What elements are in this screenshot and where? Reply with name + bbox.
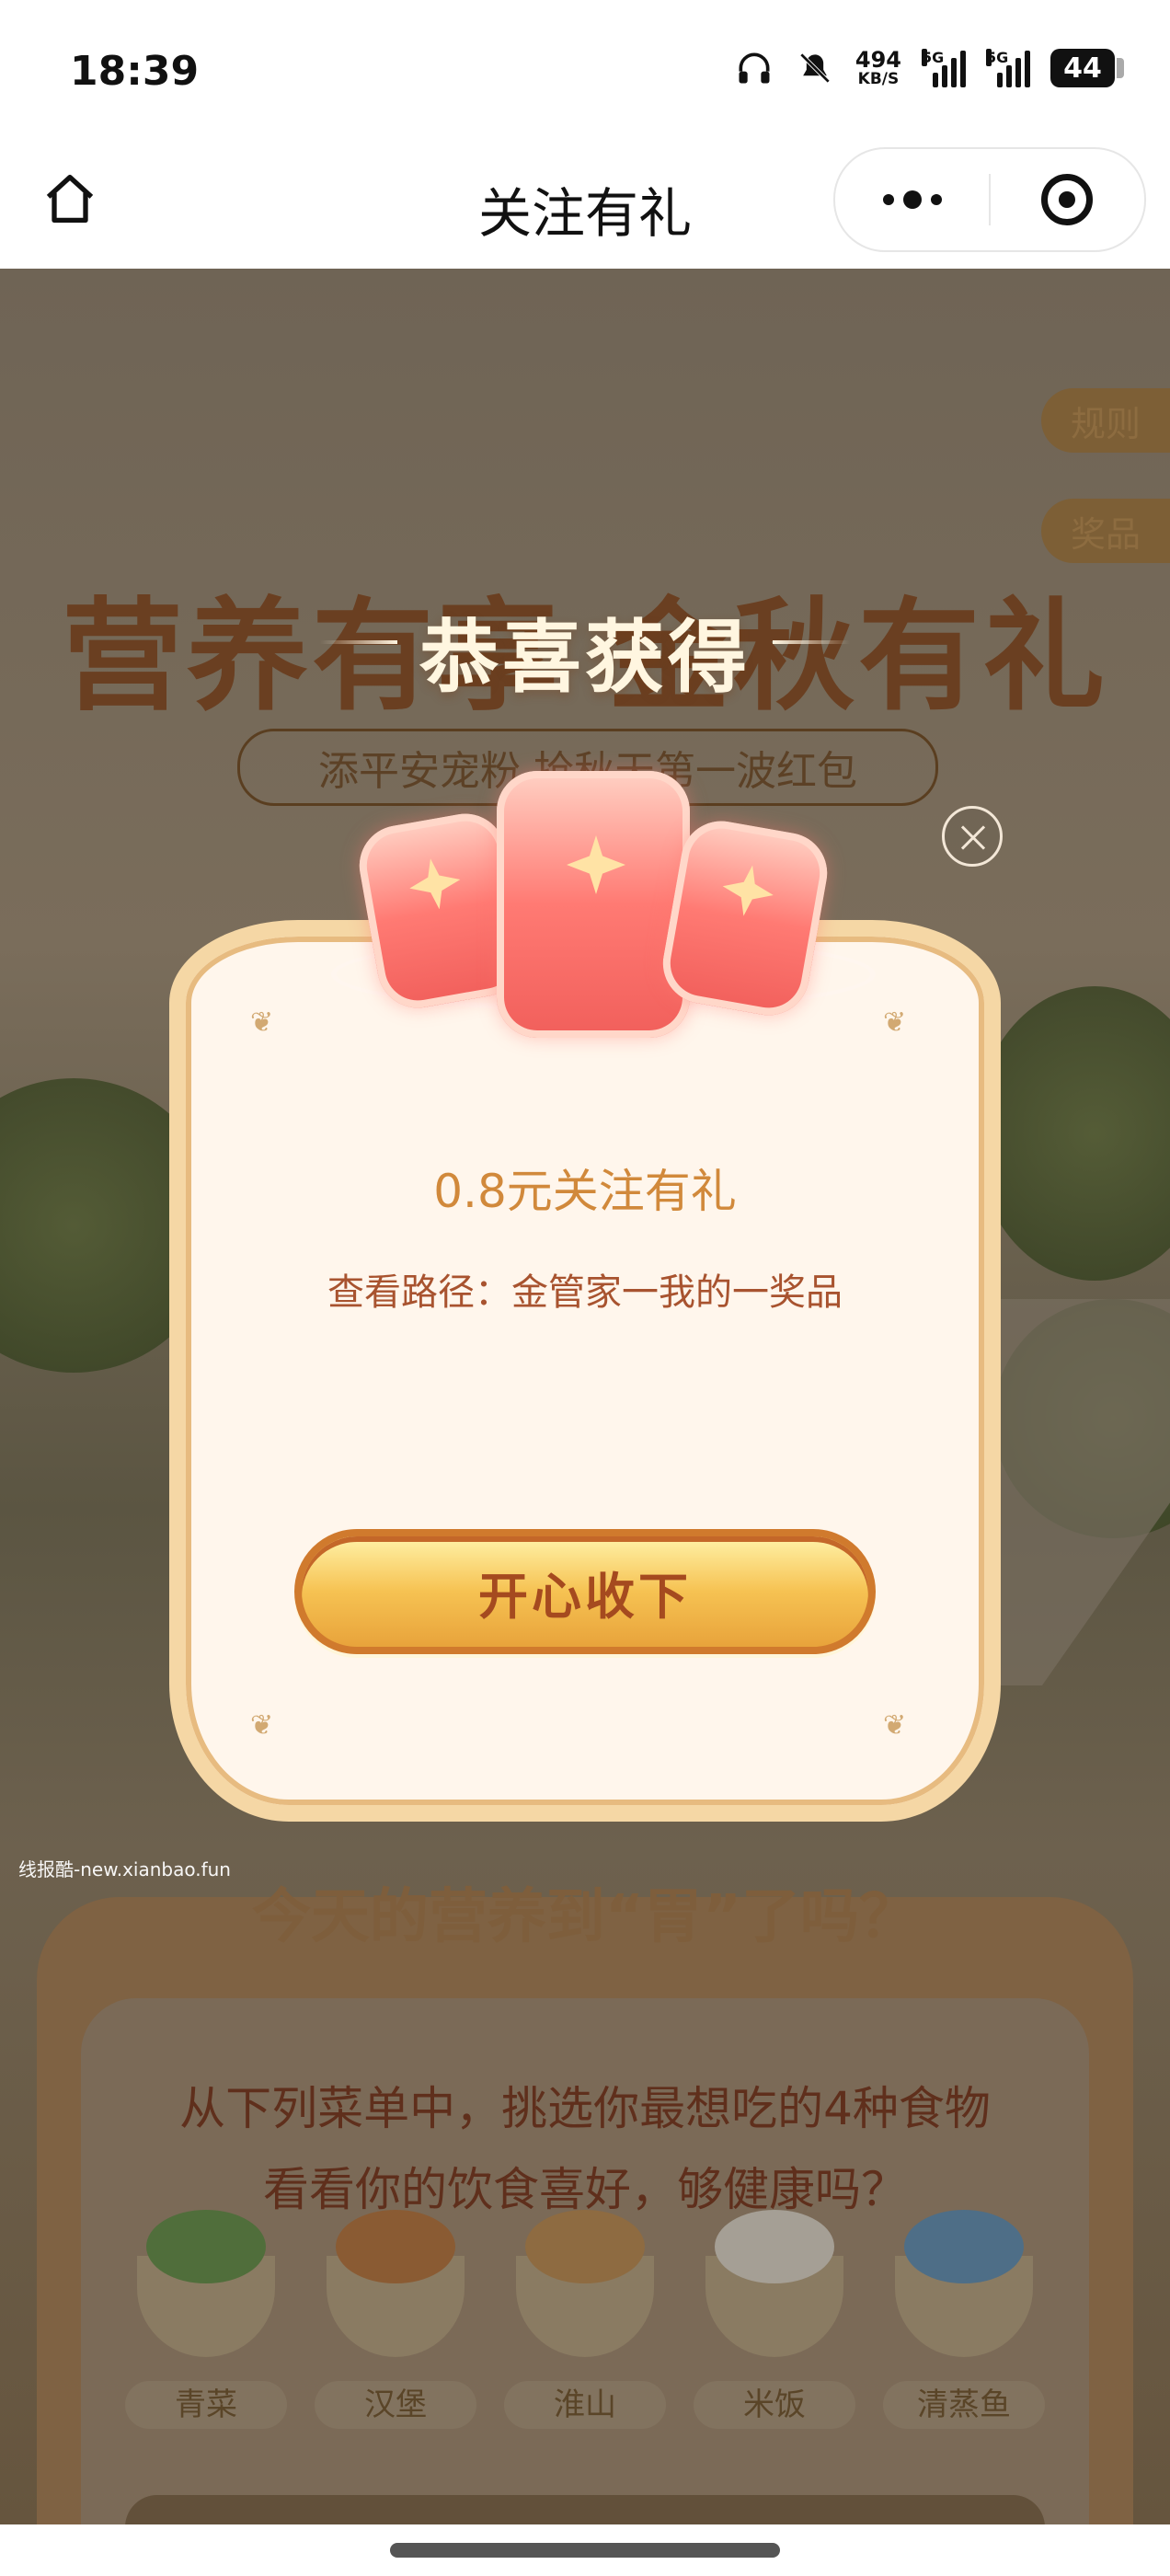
background-tree	[975, 986, 1170, 1281]
network-label-2: 5G	[986, 49, 1009, 66]
leaf-icon: ❦	[883, 1709, 907, 1742]
food-option-greens[interactable]: 青菜	[125, 2210, 287, 2429]
gift-box-icon	[497, 771, 690, 1038]
more-icon-center	[902, 190, 922, 209]
food-question-line-1: 从下列菜单中，挑选你最想吃的4种食物	[179, 2082, 991, 2135]
leaf-icon: ❦	[883, 1006, 907, 1039]
food-label: 青菜	[125, 2381, 287, 2429]
signal-2: 5G	[986, 49, 1030, 87]
battery-indicator: 44	[1050, 49, 1124, 87]
accept-button-label: 开心收下	[478, 1567, 692, 1626]
speed-value: 494	[855, 47, 901, 73]
status-time: 18:39	[70, 48, 200, 95]
gift-icon-group	[331, 771, 876, 1047]
more-icon	[882, 194, 894, 205]
star-icon	[405, 854, 465, 914]
mute-icon	[799, 52, 831, 84]
network-speed: 494 KB/S	[855, 49, 901, 87]
close-mini-program-button[interactable]	[991, 149, 1144, 250]
reward-modal: ❦ ❦ ❦ ❦	[169, 920, 1001, 1822]
food-option-rice[interactable]: 米饭	[694, 2210, 855, 2429]
burger-icon	[327, 2210, 465, 2357]
speed-unit: KB/S	[857, 70, 900, 88]
leaf-icon: ❦	[250, 1709, 274, 1742]
rules-button[interactable]: 规则	[1041, 388, 1170, 453]
more-button[interactable]	[835, 149, 989, 250]
modal-title: 恭喜获得	[419, 612, 751, 704]
food-label: 清蒸鱼	[883, 2381, 1045, 2429]
star-icon	[567, 835, 625, 894]
food-label: 汉堡	[315, 2381, 476, 2429]
signal-1: 5G	[922, 49, 966, 87]
home-indicator[interactable]	[390, 2543, 780, 2558]
prizes-button[interactable]: 奖品	[1041, 499, 1170, 563]
star-icon	[718, 861, 778, 921]
food-section-title: 今天的营养到“胃”了吗？	[251, 1883, 919, 1951]
rice-icon	[705, 2210, 843, 2357]
status-bar: 18:39 494 KB/S 5G 5G 44	[0, 0, 1170, 147]
status-icons: 494 KB/S 5G 5G 44	[734, 48, 1124, 88]
food-option-burger[interactable]: 汉堡	[315, 2210, 476, 2429]
watermark: 线报酷-new.xianbao.fun	[18, 1858, 231, 1880]
greens-icon	[137, 2210, 275, 2357]
target-icon	[1041, 174, 1094, 225]
accept-button[interactable]: 开心收下	[294, 1529, 876, 1654]
reward-amount: 0.8元关注有礼	[433, 1165, 737, 1218]
food-label: 淮山	[504, 2381, 666, 2429]
mini-program-capsule	[833, 147, 1146, 252]
food-rail	[125, 2495, 1045, 2524]
food-option-fish[interactable]: 清蒸鱼	[883, 2210, 1045, 2429]
network-label-1: 5G	[922, 49, 945, 66]
close-icon[interactable]	[942, 806, 1003, 867]
reward-path: 查看路径：金管家一我的一奖品	[327, 1271, 843, 1314]
headphones-icon	[739, 52, 770, 84]
more-icon-right	[930, 194, 942, 205]
food-label: 米饭	[694, 2381, 855, 2429]
leaf-icon: ❦	[250, 1006, 274, 1039]
yam-icon	[516, 2210, 654, 2357]
fish-icon	[895, 2210, 1033, 2357]
food-option-yam[interactable]: 淮山	[504, 2210, 666, 2429]
food-options: 青菜 汉堡 淮山 米饭 清蒸鱼	[125, 2210, 1045, 2429]
